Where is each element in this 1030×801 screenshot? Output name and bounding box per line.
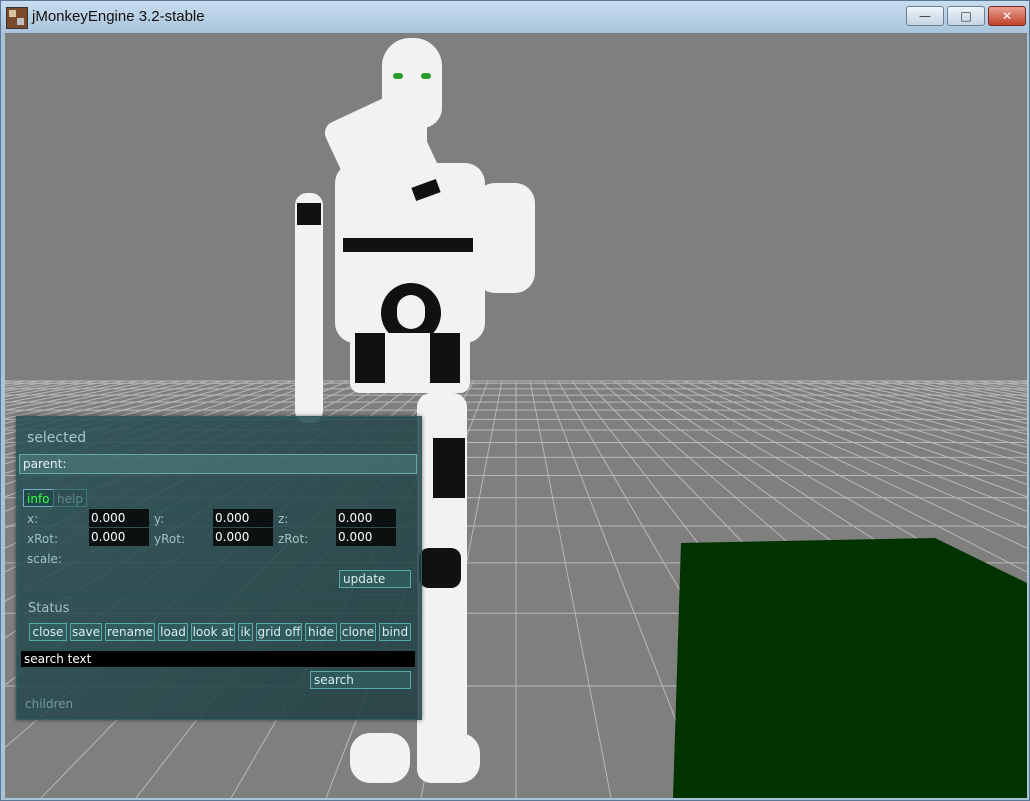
xrot-field[interactable]: 0.000 (89, 528, 149, 546)
status-area: Status close save rename load look at ik grid … (22, 595, 414, 650)
yrot-field[interactable]: 0.000 (213, 528, 273, 546)
selected-panel[interactable]: selected parent: info help x: 0.000 y: 0… (16, 416, 422, 720)
z-label: z: (278, 512, 289, 526)
action-button-rename[interactable]: rename (105, 623, 155, 641)
action-button-clone[interactable]: clone (340, 623, 376, 641)
y-label: y: (154, 512, 165, 526)
panel-title: selected (27, 430, 87, 446)
close-window-button[interactable]: ✕ (988, 6, 1026, 26)
yrot-label: yRot: (154, 532, 185, 546)
minimize-button[interactable]: — (906, 6, 944, 26)
window-title: jMonkeyEngine 3.2-stable (32, 8, 205, 25)
x-field[interactable]: 0.000 (89, 509, 149, 527)
action-button-hide[interactable]: hide (305, 623, 337, 641)
app-window: jMonkeyEngine 3.2-stable — □ ✕ selected … (0, 0, 1030, 801)
action-button-save[interactable]: save (70, 623, 102, 641)
action-button-ik[interactable]: ik (238, 623, 253, 641)
search-input[interactable]: search text (21, 651, 415, 667)
3d-viewport[interactable]: selected parent: info help x: 0.000 y: 0… (5, 33, 1027, 798)
y-field[interactable]: 0.000 (213, 509, 273, 527)
z-field[interactable]: 0.000 (336, 509, 396, 527)
scale-label: scale: (27, 552, 62, 566)
jmonkey-app-icon (6, 7, 28, 29)
update-button[interactable]: update (339, 570, 411, 588)
status-label: Status (28, 601, 70, 616)
maximize-button[interactable]: □ (947, 6, 985, 26)
parent-field[interactable]: parent: (19, 454, 417, 474)
search-button[interactable]: search (310, 671, 411, 689)
zrot-label: zRot: (278, 532, 309, 546)
tab-info[interactable]: info (23, 489, 54, 507)
action-button-grid-off[interactable]: grid off (256, 623, 302, 641)
info-area: x: 0.000 y: 0.000 z: 0.000 xRot: 0.000 y… (22, 507, 414, 595)
action-button-look-at[interactable]: look at (191, 623, 235, 641)
action-button-load[interactable]: load (158, 623, 188, 641)
xrot-label: xRot: (27, 532, 58, 546)
zrot-field[interactable]: 0.000 (336, 528, 396, 546)
title-bar[interactable]: jMonkeyEngine 3.2-stable — □ ✕ (1, 1, 1029, 33)
parent-label: parent: (23, 457, 67, 471)
action-button-close[interactable]: close (29, 623, 67, 641)
tab-help[interactable]: help (53, 489, 87, 507)
children-label: children (25, 697, 74, 711)
x-label: x: (27, 512, 39, 526)
action-button-bind[interactable]: bind (379, 623, 411, 641)
